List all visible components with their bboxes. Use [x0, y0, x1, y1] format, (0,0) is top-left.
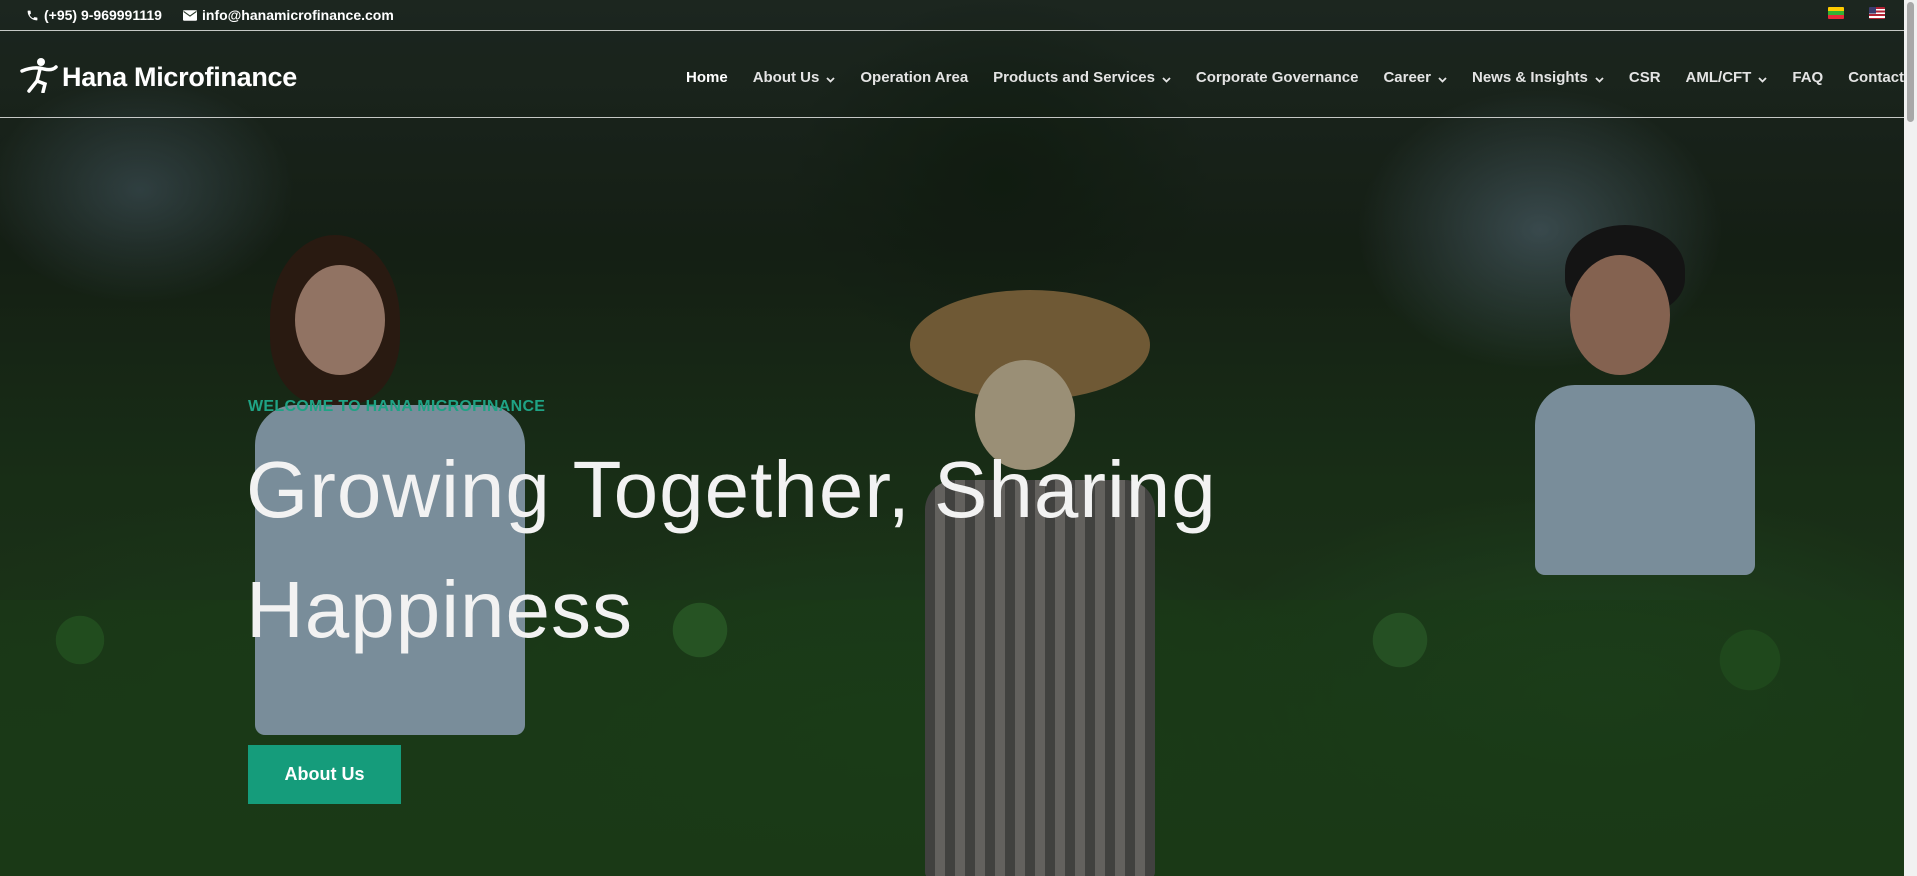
myanmar-flag-icon[interactable] [1828, 7, 1844, 19]
envelope-icon [183, 9, 197, 21]
chevron-down-icon [1595, 70, 1604, 87]
nav-item-news-insights[interactable]: News & Insights [1472, 68, 1604, 87]
main-nav: Home About Us Operation Area Products an… [686, 68, 1917, 87]
nav-item-faq[interactable]: FAQ [1792, 68, 1823, 87]
chevron-down-icon [826, 70, 835, 87]
us-flag-icon[interactable] [1869, 7, 1885, 19]
nav-label: About Us [752, 69, 820, 86]
nav-item-csr[interactable]: CSR [1629, 68, 1661, 87]
nav-label: Operation Area [860, 69, 969, 86]
nav-label: Career [1383, 69, 1431, 86]
running-person-logo-icon [20, 57, 58, 98]
topbar: (+95) 9-969991119 info@hanamicrofinance.… [0, 0, 1904, 31]
logo-text: Hana Microfinance [62, 62, 297, 92]
site-logo[interactable]: Hana Microfinance [20, 57, 297, 98]
site-header: Hana Microfinance Home About Us Operatio… [0, 31, 1917, 118]
nav-item-operation-area[interactable]: Operation Area [860, 68, 968, 87]
phone-contact[interactable]: (+95) 9-969991119 [26, 7, 162, 23]
nav-label: Home [686, 69, 728, 86]
nav-label: Corporate Governance [1195, 69, 1359, 86]
nav-item-products-and-services[interactable]: Products and Services [993, 68, 1171, 87]
email-address: info@hanamicrofinance.com [202, 7, 394, 23]
phone-number: (+95) 9-969991119 [44, 7, 162, 23]
hero-eyebrow: WELCOME TO HANA MICROFINANCE [248, 398, 546, 415]
chevron-down-icon [1162, 70, 1171, 87]
nav-label: CSR [1628, 69, 1661, 86]
headline-line-2: Happiness [246, 565, 634, 654]
chevron-down-icon [1758, 70, 1767, 87]
nav-item-about-us[interactable]: About Us [753, 68, 836, 87]
nav-label: News & Insights [1472, 69, 1588, 86]
nav-item-aml-cft[interactable]: AML/CFT [1686, 68, 1768, 87]
nav-label: Products and Services [993, 69, 1155, 86]
vertical-scrollbar[interactable] [1904, 0, 1917, 876]
nav-label: AML/CFT [1685, 69, 1752, 86]
about-us-button[interactable]: About Us [248, 745, 401, 804]
scrollbar-thumb[interactable] [1907, 2, 1914, 122]
nav-item-career[interactable]: Career [1383, 68, 1447, 87]
hero-headline: Growing Together, Sharing Happiness [246, 430, 1446, 670]
phone-icon [26, 9, 39, 22]
nav-item-home[interactable]: Home [686, 68, 728, 87]
nav-label: FAQ [1792, 69, 1824, 86]
email-contact[interactable]: info@hanamicrofinance.com [183, 7, 394, 23]
nav-item-corporate-governance[interactable]: Corporate Governance [1196, 68, 1359, 87]
chevron-down-icon [1438, 70, 1447, 87]
headline-line-1: Growing Together, Sharing [246, 445, 1217, 534]
